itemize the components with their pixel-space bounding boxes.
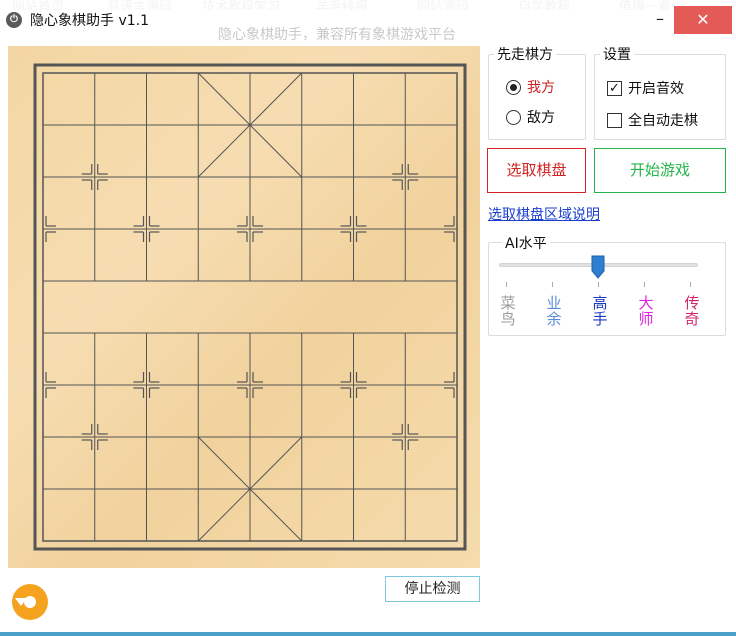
first-move-title: 先走棋方	[494, 44, 556, 64]
checkbox-box[interactable]: ✓	[607, 80, 622, 96]
app-window: 网站首页 易语言源码 技术教程学习 羊毛线报 网站源码 自学教程 值得一看 ⏻ …	[0, 0, 736, 636]
board-grid	[33, 63, 467, 551]
ai-level-slider-ticks	[0, 282, 736, 290]
ai-level-label[interactable]: 业余	[545, 295, 563, 327]
refresh-icon[interactable]	[12, 584, 48, 620]
stop-detect-button[interactable]: 停止检测	[385, 576, 480, 602]
checkbox-sound[interactable]: ✓ 开启音效	[607, 78, 684, 98]
radio-label: 我方	[527, 80, 555, 96]
window-bottom-border	[0, 632, 736, 636]
web-nav-item[interactable]: 网站源码	[417, 0, 469, 10]
start-game-button[interactable]: 开始游戏	[594, 148, 726, 193]
web-nav-item[interactable]: 羊毛线报	[316, 0, 368, 10]
web-nav-item[interactable]: 网站首页	[12, 0, 64, 10]
ai-level-title: AI水平	[502, 233, 550, 253]
radio-label: 敌方	[527, 110, 555, 126]
checkbox-box[interactable]	[607, 112, 622, 128]
power-icon: ⏻	[6, 12, 22, 28]
ai-level-label[interactable]: 大师	[637, 295, 655, 327]
ai-level-label[interactable]: 传奇	[683, 295, 701, 327]
checkbox-label: 开启音效	[628, 81, 684, 97]
checkbox-label: 全自动走棋	[628, 113, 698, 129]
radio-dot[interactable]	[506, 79, 521, 95]
slider-thumb-icon[interactable]	[591, 255, 605, 279]
close-button[interactable]: ✕	[674, 6, 732, 34]
select-board-button[interactable]: 选取棋盘	[487, 148, 586, 193]
radio-enemy-side[interactable]: 敌方	[506, 107, 555, 127]
radio-dot[interactable]	[506, 109, 521, 125]
minimize-button[interactable]: –	[646, 11, 674, 32]
board-area-help-link[interactable]: 选取棋盘区域说明	[488, 204, 600, 224]
chess-board[interactable]	[8, 46, 480, 568]
window-title: 隐心象棋助手 v1.1	[30, 13, 149, 29]
watermark-text: 隐心象棋助手，兼容所有象棋游戏平台	[218, 27, 456, 43]
radio-my-side[interactable]: 我方	[506, 77, 555, 97]
web-nav-bar: 网站首页 易语言源码 技术教程学习 羊毛线报 网站源码 自学教程 值得一看	[0, 0, 736, 10]
ai-level-label[interactable]: 高手	[591, 295, 609, 327]
first-move-group	[488, 54, 586, 140]
web-nav-item[interactable]: 自学教程	[518, 0, 570, 10]
checkbox-auto-move[interactable]: 全自动走棋	[607, 110, 698, 130]
web-nav-item[interactable]: 技术教程学习	[202, 0, 280, 10]
web-nav-item[interactable]: 易语言源码	[107, 0, 172, 10]
ai-level-label[interactable]: 菜鸟	[499, 295, 517, 327]
settings-title: 设置	[600, 44, 634, 64]
